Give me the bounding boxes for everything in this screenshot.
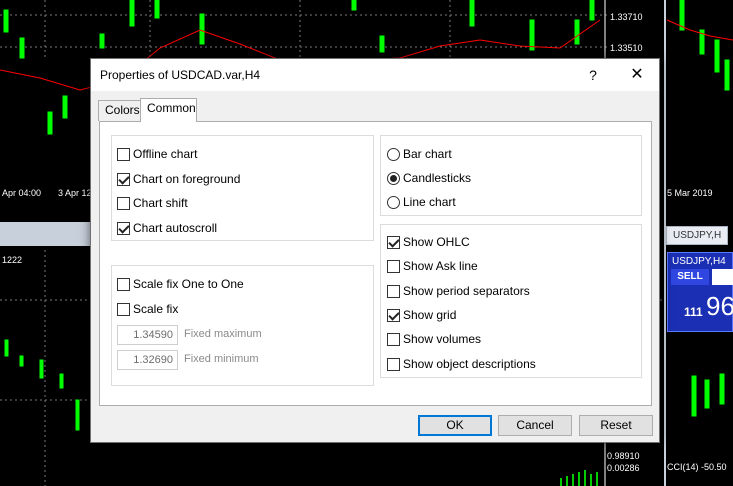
tab-common[interactable]: Common (140, 98, 197, 122)
indicator-label: 1222 (2, 255, 23, 265)
show-period-separators-checkbox[interactable] (387, 284, 400, 298)
sell-button[interactable]: SELL (671, 269, 709, 285)
checkbox-label: Show grid (403, 308, 457, 322)
checkbox-label: Offline chart (133, 147, 198, 161)
radio-label: Bar chart (403, 147, 452, 161)
chart-type-group: Bar chart Candlesticks Line chart (380, 135, 642, 216)
checkbox-label: Show OHLC (403, 235, 470, 249)
scale-fix-option[interactable]: Scale fix (117, 301, 178, 317)
offline-chart-checkbox[interactable] (117, 147, 130, 161)
chart-on-foreground-checkbox[interactable] (117, 172, 130, 186)
price-label: 1.33710 (610, 12, 643, 22)
show-grid-option[interactable]: Show grid (387, 307, 456, 323)
offline-chart-option[interactable]: Offline chart (117, 146, 197, 162)
scale-fix-one-to-one-option[interactable]: Scale fix One to One (117, 276, 244, 292)
chart-shift-option[interactable]: Chart shift (117, 195, 188, 211)
show-volumes-checkbox[interactable] (387, 332, 400, 346)
chart-on-foreground-option[interactable]: Chart on foreground (117, 171, 240, 187)
lot-size-input[interactable] (712, 269, 733, 285)
cci-indicator-label: CCI(14) -50.50 (667, 462, 727, 472)
reset-button[interactable]: Reset (579, 415, 653, 436)
fixed-minimum-label: Fixed minimum (184, 353, 259, 365)
chart-shift-checkbox[interactable] (117, 196, 130, 210)
show-period-separators-option[interactable]: Show period separators (387, 283, 530, 299)
scale-group: Scale fix One to One Scale fix 1.34590 F… (111, 265, 374, 386)
show-volumes-option[interactable]: Show volumes (387, 331, 481, 347)
properties-dialog: Properties of USDCAD.var,H4 ? ✕ Colors C… (90, 58, 660, 443)
bar-chart-option[interactable]: Bar chart (387, 146, 452, 162)
checkbox-label: Scale fix One to One (133, 277, 244, 291)
scale-fix-checkbox[interactable] (117, 302, 130, 316)
time-label: 3 Apr 12 (58, 188, 92, 198)
checkbox-label: Chart on foreground (133, 172, 241, 186)
bid-price-big: 96 (706, 291, 733, 321)
checkbox-label: Scale fix (133, 302, 179, 316)
ok-button[interactable]: OK (418, 415, 492, 436)
checkbox-label: Show Ask line (403, 259, 478, 273)
checkbox-label: Chart shift (133, 196, 188, 210)
candlesticks-radio[interactable] (387, 171, 400, 185)
fixed-maximum-label: Fixed maximum (184, 328, 262, 340)
show-ohlc-checkbox[interactable] (387, 235, 400, 249)
bar-chart-radio[interactable] (387, 147, 400, 161)
fixed-minimum-input[interactable]: 1.32690 (117, 350, 178, 370)
checkbox-label: Show volumes (403, 332, 482, 346)
fixed-maximum-input[interactable]: 1.34590 (117, 325, 178, 345)
price-label: 0.00286 (607, 463, 640, 473)
one-click-trading-panel: USDJPY,H4 SELL 111 96 (667, 252, 733, 332)
time-label: Apr 04:00 (2, 188, 42, 198)
dialog-title: Properties of USDCAD.var,H4 (100, 68, 261, 82)
dialog-titlebar[interactable]: Properties of USDCAD.var,H4 ? ✕ (91, 59, 659, 91)
chart-window-tab[interactable]: USDJPY,H (666, 226, 729, 245)
show-ask-line-option[interactable]: Show Ask line (387, 258, 478, 274)
chart-autoscroll-checkbox[interactable] (117, 221, 130, 235)
show-options-group: Show OHLC Show Ask line Show period sepa… (380, 224, 642, 378)
radio-label: Candlesticks (403, 171, 472, 185)
cancel-button[interactable]: Cancel (498, 415, 572, 436)
one-click-symbol: USDJPY,H4 (672, 256, 726, 267)
help-icon[interactable]: ? (571, 59, 615, 91)
common-tab-panel: Offline chart Chart on foreground Chart … (99, 121, 652, 406)
scale-fix-one-to-one-checkbox[interactable] (117, 277, 130, 291)
chart-autoscroll-option[interactable]: Chart autoscroll (117, 220, 217, 236)
chart-options-group: Offline chart Chart on foreground Chart … (111, 135, 374, 241)
line-chart-radio[interactable] (387, 195, 400, 209)
checkbox-label: Chart autoscroll (133, 221, 218, 235)
time-label: 5 Mar 2019 (667, 188, 713, 198)
price-label: 0.98910 (607, 451, 640, 461)
candlesticks-option[interactable]: Candlesticks (387, 170, 471, 186)
show-object-descriptions-checkbox[interactable] (387, 357, 400, 371)
price-label: 1.33510 (610, 43, 643, 53)
checkbox-label: Show object descriptions (403, 357, 536, 371)
bid-price-small: 111 (684, 305, 703, 319)
close-icon[interactable]: ✕ (615, 59, 659, 91)
show-ohlc-option[interactable]: Show OHLC (387, 234, 470, 250)
show-ask-line-checkbox[interactable] (387, 259, 400, 273)
line-chart-option[interactable]: Line chart (387, 194, 456, 210)
radio-label: Line chart (403, 195, 456, 209)
show-grid-checkbox[interactable] (387, 308, 400, 322)
show-object-descriptions-option[interactable]: Show object descriptions (387, 356, 536, 372)
tab-colors[interactable]: Colors (98, 100, 141, 121)
checkbox-label: Show period separators (403, 284, 530, 298)
